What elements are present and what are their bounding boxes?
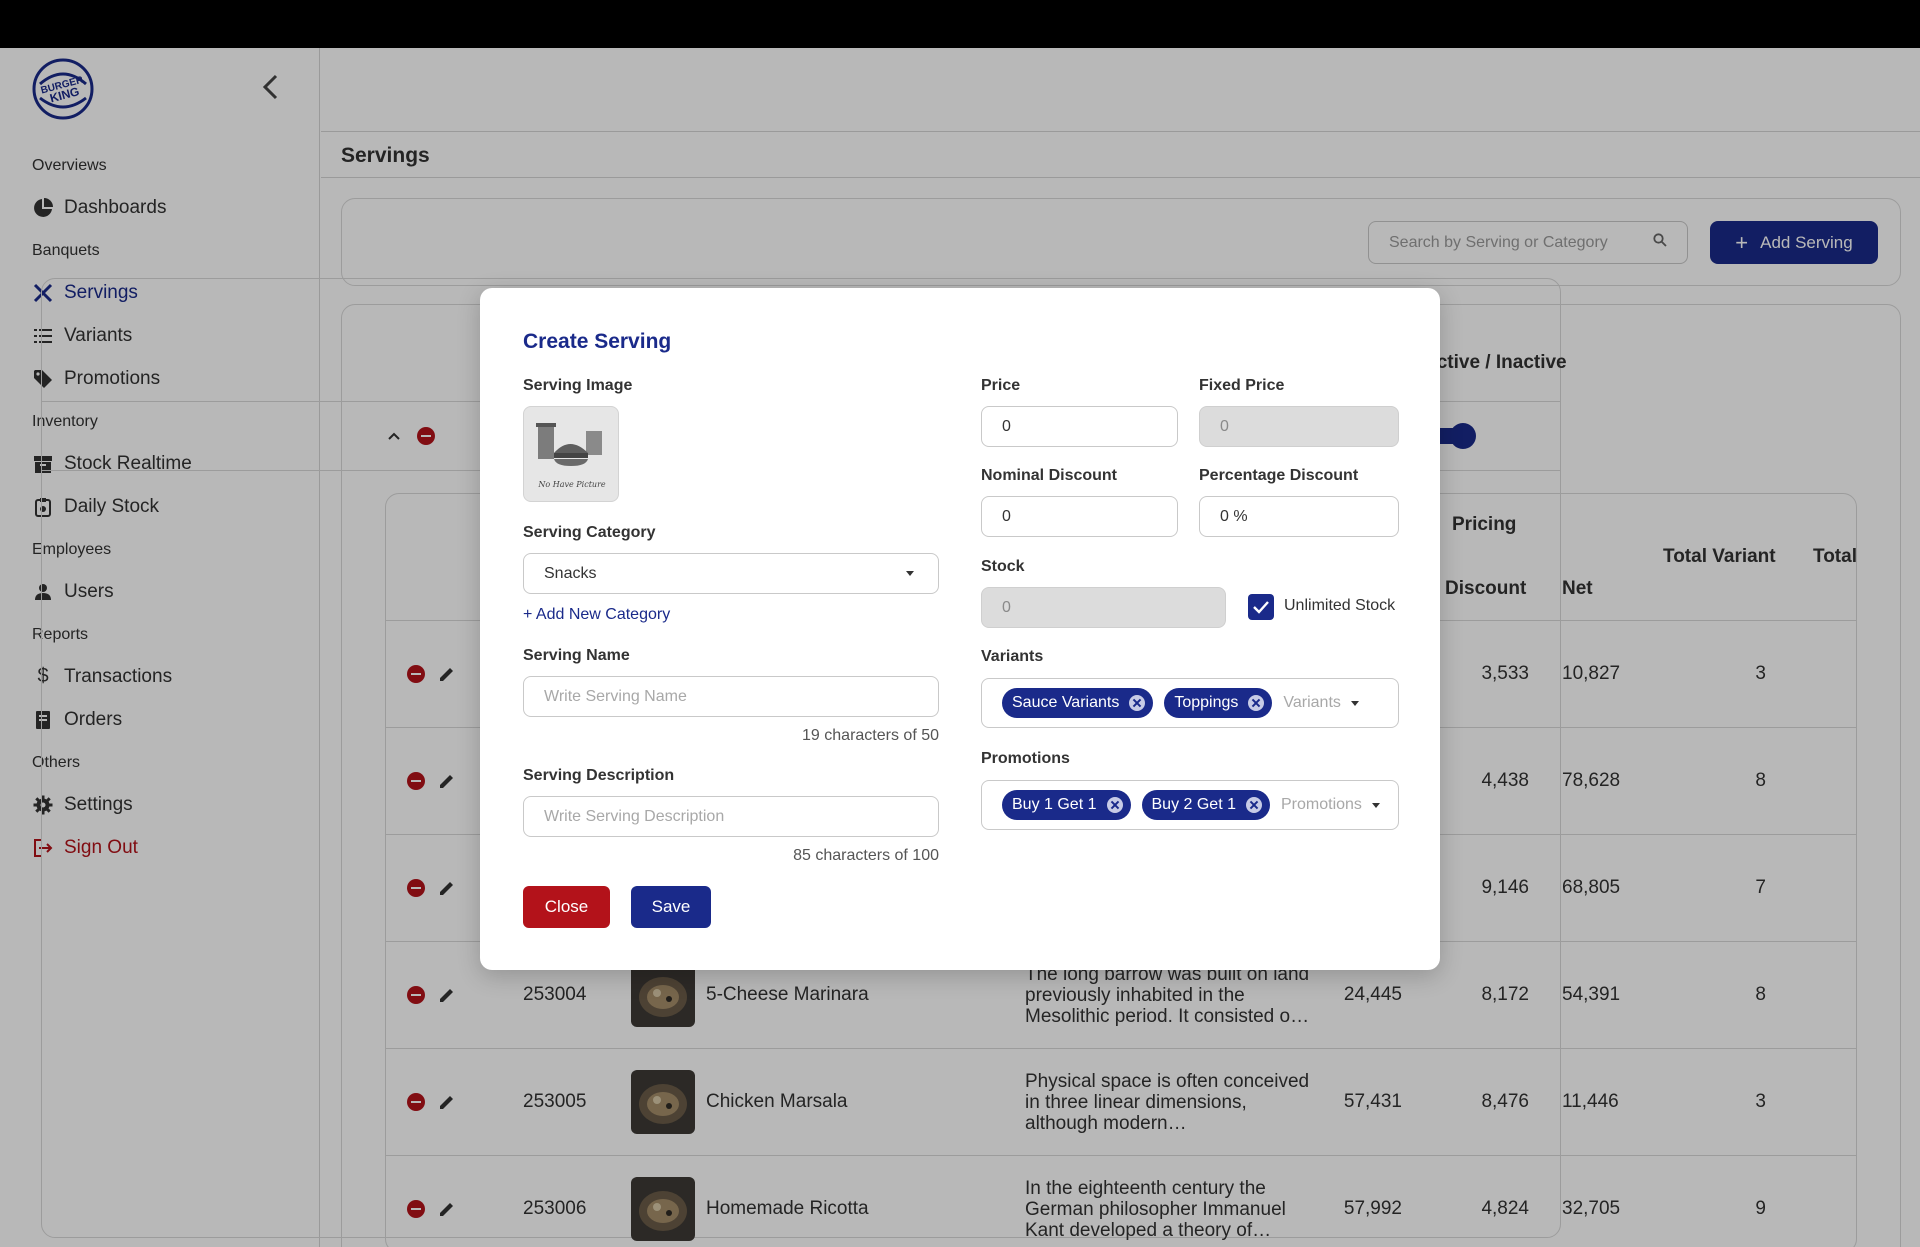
unlimited-stock-checkbox[interactable] (1248, 594, 1274, 620)
serving-category-select[interactable]: Snacks (523, 553, 939, 594)
checkmark-icon (1253, 601, 1269, 614)
create-serving-modal: Create Serving Serving Image No Have Pic… (480, 288, 1440, 970)
serving-name-label: Serving Name (523, 647, 630, 664)
serving-name-input[interactable]: Write Serving Name (523, 676, 939, 717)
percentage-discount-input[interactable]: 0 % (1199, 496, 1399, 537)
fixed-price-input: 0 (1199, 406, 1399, 447)
save-button[interactable]: Save (631, 886, 711, 928)
no-picture-text: No Have Picture (538, 480, 606, 489)
variants-placeholder[interactable]: Variants (1283, 694, 1359, 712)
serving-description-input[interactable]: Write Serving Description (523, 796, 939, 837)
variants-label: Variants (981, 648, 1044, 665)
description-char-counter: 85 characters of 100 (793, 847, 939, 864)
category-value: Snacks (544, 564, 597, 582)
chip-label: Toppings (1174, 694, 1239, 711)
percentage-discount-label: Percentage Discount (1199, 467, 1359, 484)
nominal-discount-label: Nominal Discount (981, 467, 1118, 484)
add-new-category-link[interactable]: + Add New Category (523, 606, 670, 624)
stock-input: 0 (981, 587, 1226, 628)
variant-chip: Sauce Variants (1002, 688, 1154, 718)
caret-down-icon (1350, 700, 1359, 706)
top-bar (0, 0, 1920, 48)
placeholder-text: Variants (1283, 694, 1341, 711)
serving-description-label: Serving Description (523, 767, 675, 784)
remove-chip-icon[interactable] (1106, 797, 1123, 813)
remove-chip-icon[interactable] (1129, 695, 1146, 711)
fixed-price-label: Fixed Price (1199, 377, 1285, 394)
price-label: Price (981, 377, 1021, 394)
chip-label: Sauce Variants (1012, 694, 1120, 711)
price-input[interactable]: 0 (981, 406, 1178, 447)
nominal-discount-input[interactable]: 0 (981, 496, 1178, 537)
food-placeholder-icon (536, 423, 602, 466)
name-char-counter: 19 characters of 50 (802, 727, 939, 744)
unlimited-stock-label: Unlimited Stock (1284, 597, 1396, 614)
promotions-placeholder[interactable]: Promotions (1281, 796, 1380, 814)
stock-label: Stock (981, 558, 1025, 575)
chip-label: Buy 2 Get 1 (1151, 796, 1237, 813)
caret-down-icon (906, 571, 914, 576)
modal-title: Create Serving (523, 330, 672, 353)
serving-image-upload[interactable]: No Have Picture (523, 406, 619, 502)
chip-label: Buy 1 Get 1 (1012, 796, 1097, 813)
serving-image-label: Serving Image (523, 377, 633, 394)
variants-multiselect[interactable]: Sauce Variants Toppings Variants (981, 678, 1399, 728)
close-button[interactable]: Close (523, 886, 610, 928)
promotion-chip: Buy 2 Get 1 (1141, 790, 1270, 820)
caret-down-icon (1371, 802, 1380, 808)
promotions-multiselect[interactable]: Buy 1 Get 1 Buy 2 Get 1 Promotions (981, 780, 1399, 830)
placeholder-text: Promotions (1281, 796, 1362, 813)
serving-category-label: Serving Category (523, 524, 656, 541)
promotion-chip: Buy 1 Get 1 (1002, 790, 1131, 820)
promotions-label: Promotions (981, 750, 1070, 767)
variant-chip: Toppings (1164, 688, 1273, 718)
remove-chip-icon[interactable] (1248, 695, 1265, 711)
remove-chip-icon[interactable] (1246, 797, 1262, 813)
